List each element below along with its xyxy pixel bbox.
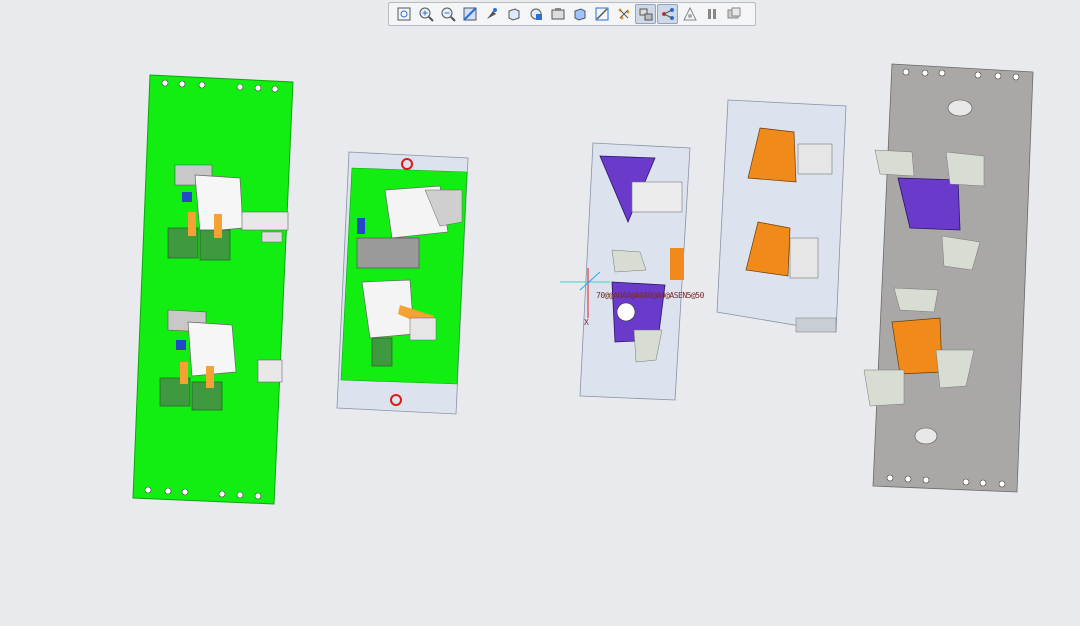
view-manager-icon [530,8,542,20]
connection-view-button[interactable] [657,4,678,24]
spin-center-button[interactable] [613,4,634,24]
3d-viewport[interactable] [0,30,1080,626]
repaint-button[interactable] [459,4,480,24]
graphics-toolbar [388,2,756,26]
appearance-icon [727,7,740,19]
spin-center-icon [618,8,629,20]
datum-display-button[interactable] [569,4,590,24]
exploded-view-icon [639,8,652,21]
appearance-button[interactable] [723,4,744,24]
annotation-display-button[interactable] [591,4,612,24]
csys-axis-label: X [584,318,589,327]
dimension-annotation: 70@@A0A0@A0A0@A0@ASEN5@50 [596,291,704,300]
zoom-in-icon [419,7,434,22]
zoom-in-button[interactable] [415,4,436,24]
connection-view-icon [661,8,674,20]
reorient-icon [486,8,497,19]
datum-display-icon [574,8,585,21]
simplified-rep-button[interactable] [679,4,700,24]
saved-orientations-icon [508,8,519,21]
simplified-rep-icon [682,6,697,21]
fixture-plate-4[interactable] [716,99,847,333]
zoom-out-button[interactable] [437,4,458,24]
pause-button[interactable] [701,4,722,24]
refit-button[interactable] [393,4,414,24]
gray-base-plate-5[interactable] [863,63,1034,493]
pause-icon [707,9,716,19]
view-manager-button[interactable] [525,4,546,24]
display-style-icon [551,8,564,20]
zoom-out-icon [441,7,456,22]
reorient-button[interactable] [481,4,502,24]
refit-icon [397,7,410,21]
repaint-icon [462,7,477,21]
exploded-view-button[interactable] [635,4,656,24]
frame-plate-2[interactable] [336,151,469,415]
annotation-display-icon [595,7,608,21]
fixture-plate-3[interactable] [579,142,691,401]
saved-orientations-button[interactable] [503,4,524,24]
display-style-button[interactable] [547,4,568,24]
green-base-plate-1[interactable] [132,74,294,505]
